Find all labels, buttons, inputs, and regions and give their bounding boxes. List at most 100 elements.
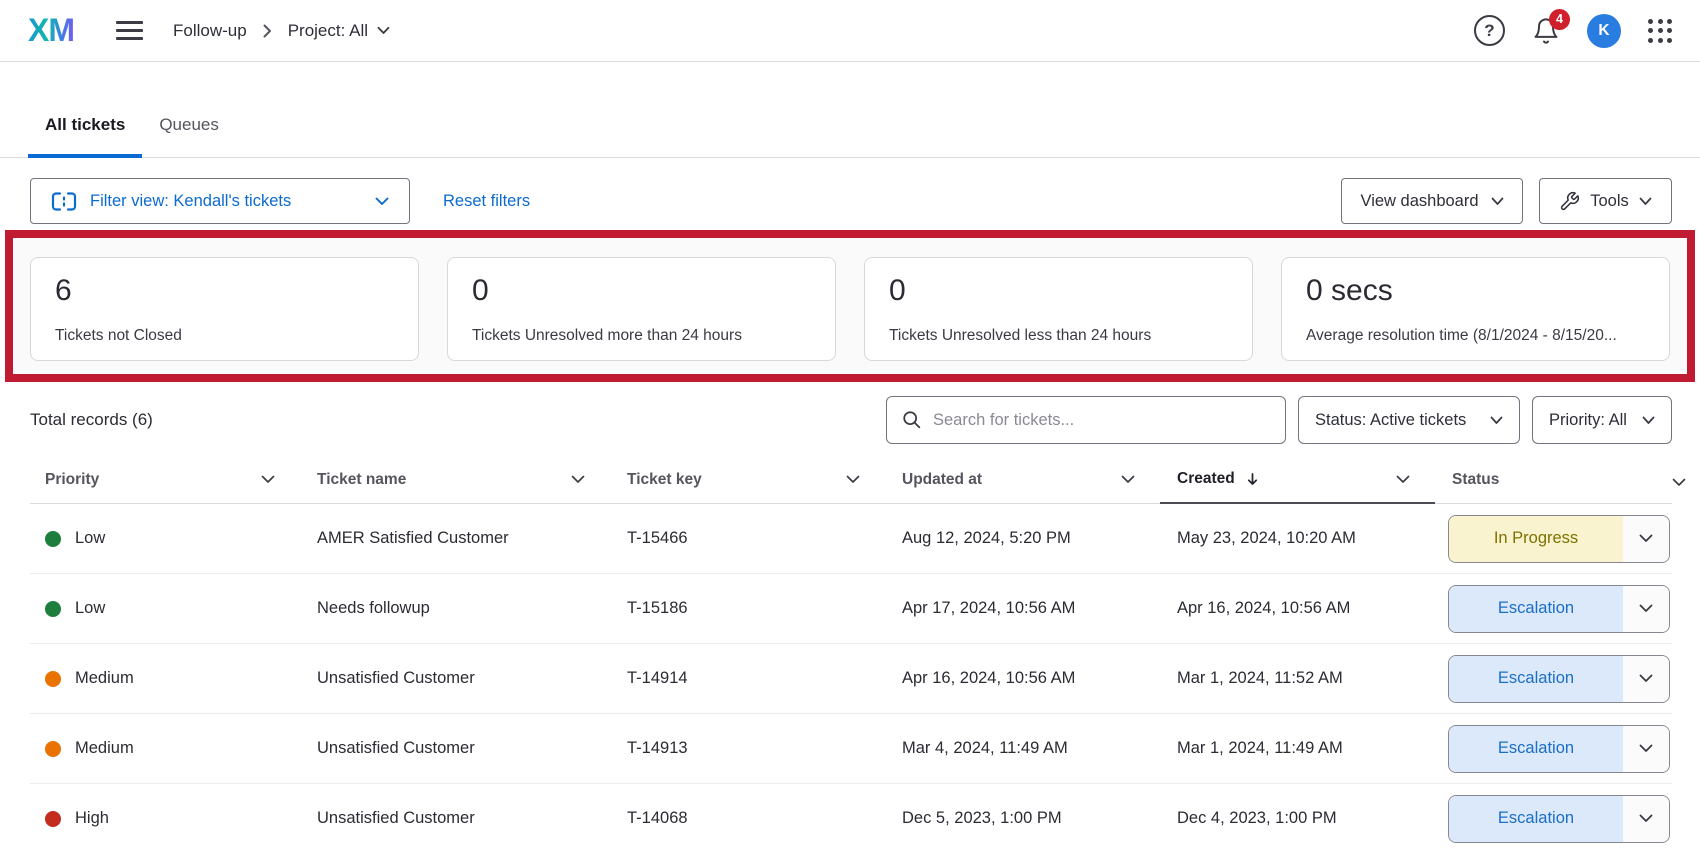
filter-toolbar: Filter view: Kendall's tickets Reset fil… bbox=[30, 178, 1672, 224]
status-dropdown[interactable]: In Progress bbox=[1448, 515, 1670, 563]
chevron-down-icon[interactable] bbox=[1623, 586, 1669, 632]
chevron-right-icon bbox=[263, 24, 272, 38]
table-row[interactable]: Medium Unsatisfied Customer T-14913 Mar … bbox=[30, 714, 1672, 784]
wrench-icon bbox=[1559, 191, 1580, 212]
chevron-down-icon[interactable] bbox=[1623, 726, 1669, 772]
status-badge-label: Escalation bbox=[1449, 726, 1623, 772]
updated-at: Apr 16, 2024, 10:56 AM bbox=[902, 669, 1075, 688]
clipped-chevron-icon bbox=[1672, 474, 1686, 492]
column-header-created[interactable]: Created bbox=[1160, 457, 1435, 504]
status-badge-label: Escalation bbox=[1449, 586, 1623, 632]
table-row[interactable]: High Unsatisfied Customer T-14068 Dec 5,… bbox=[30, 784, 1672, 850]
hamburger-menu-icon[interactable] bbox=[116, 21, 143, 40]
column-header-priority[interactable]: Priority bbox=[30, 456, 300, 503]
priority-dot bbox=[45, 741, 61, 757]
table-row[interactable]: Medium Unsatisfied Customer T-14914 Apr … bbox=[30, 644, 1672, 714]
metric-value: 6 bbox=[55, 274, 394, 308]
search-icon bbox=[901, 409, 922, 430]
project-selector-label: Project: All bbox=[288, 21, 368, 41]
xm-logo: XM bbox=[28, 12, 74, 49]
metric-card-unresolved-less-24h: 0 Tickets Unresolved less than 24 hours bbox=[864, 257, 1253, 361]
column-header-status[interactable]: Status bbox=[1435, 456, 1672, 503]
column-header-ticket-key[interactable]: Ticket key bbox=[610, 456, 885, 503]
ticket-key: T-14914 bbox=[627, 669, 688, 688]
priority-label: Medium bbox=[75, 669, 134, 688]
chevron-down-icon[interactable] bbox=[571, 475, 585, 484]
column-header-updated-at[interactable]: Updated at bbox=[885, 456, 1160, 503]
reset-filters-link[interactable]: Reset filters bbox=[443, 192, 530, 211]
status-filter-dropdown[interactable]: Status: Active tickets bbox=[1298, 396, 1520, 444]
tab-all-tickets[interactable]: All tickets bbox=[28, 95, 142, 158]
chevron-down-icon[interactable] bbox=[1623, 796, 1669, 842]
chevron-down-icon bbox=[1491, 197, 1504, 206]
tools-button[interactable]: Tools bbox=[1539, 178, 1672, 224]
status-dropdown[interactable]: Escalation bbox=[1448, 725, 1670, 773]
chevron-down-icon[interactable] bbox=[1623, 516, 1669, 562]
table-header-row: Priority Ticket name Ticket key Updated … bbox=[30, 456, 1672, 504]
status-filter-label: Status: Active tickets bbox=[1315, 411, 1466, 430]
ticket-name: AMER Satisfied Customer bbox=[317, 529, 509, 548]
column-header-ticket-name[interactable]: Ticket name bbox=[300, 456, 610, 503]
tab-bar: All tickets Queues bbox=[0, 95, 1700, 158]
tools-label: Tools bbox=[1590, 192, 1629, 211]
notification-badge: 4 bbox=[1549, 9, 1570, 30]
metrics-highlight-box: 6 Tickets not Closed 0 Tickets Unresolve… bbox=[5, 230, 1695, 382]
updated-at: Apr 17, 2024, 10:56 AM bbox=[902, 599, 1075, 618]
breadcrumb-section[interactable]: Follow-up bbox=[173, 21, 247, 41]
search-input[interactable] bbox=[886, 396, 1286, 444]
breadcrumb: Follow-up Project: All bbox=[173, 21, 390, 41]
help-icon[interactable]: ? bbox=[1474, 15, 1505, 46]
chevron-down-icon[interactable] bbox=[846, 475, 860, 484]
total-records-label: Total records (6) bbox=[30, 410, 153, 430]
created-at: Dec 4, 2023, 1:00 PM bbox=[1177, 809, 1337, 828]
table-row[interactable]: Low AMER Satisfied Customer T-15466 Aug … bbox=[30, 504, 1672, 574]
metric-value: 0 bbox=[472, 274, 811, 308]
metric-label: Tickets Unresolved more than 24 hours bbox=[472, 327, 811, 345]
status-badge-label: Escalation bbox=[1449, 656, 1623, 702]
table-body: Low AMER Satisfied Customer T-15466 Aug … bbox=[30, 504, 1672, 850]
ticket-key: T-15466 bbox=[627, 529, 688, 548]
chevron-down-icon bbox=[1642, 416, 1655, 425]
chevron-down-icon[interactable] bbox=[1121, 475, 1135, 484]
priority-dot bbox=[45, 601, 61, 617]
chevron-down-icon[interactable] bbox=[1623, 656, 1669, 702]
metric-value: 0 secs bbox=[1306, 274, 1645, 308]
status-badge-label: In Progress bbox=[1449, 516, 1623, 562]
status-dropdown[interactable]: Escalation bbox=[1448, 795, 1670, 843]
priority-dot bbox=[45, 671, 61, 687]
priority-label: Medium bbox=[75, 739, 134, 758]
ticket-name: Unsatisfied Customer bbox=[317, 669, 475, 688]
status-dropdown[interactable]: Escalation bbox=[1448, 585, 1670, 633]
filter-view-dropdown[interactable]: Filter view: Kendall's tickets bbox=[30, 178, 410, 224]
metric-card-tickets-not-closed: 6 Tickets not Closed bbox=[30, 257, 419, 361]
top-bar: XM Follow-up Project: All ? 4 K bbox=[0, 0, 1700, 62]
apps-grid-icon[interactable] bbox=[1648, 19, 1672, 43]
notifications-button[interactable]: 4 bbox=[1532, 17, 1560, 45]
updated-at: Dec 5, 2023, 1:00 PM bbox=[902, 809, 1062, 828]
created-at: Apr 16, 2024, 10:56 AM bbox=[1177, 599, 1350, 618]
ticket-key: T-15186 bbox=[627, 599, 688, 618]
ticket-name: Unsatisfied Customer bbox=[317, 739, 475, 758]
tickets-table: Priority Ticket name Ticket key Updated … bbox=[30, 456, 1672, 850]
metric-label: Tickets Unresolved less than 24 hours bbox=[889, 327, 1228, 345]
created-at: May 23, 2024, 10:20 AM bbox=[1177, 529, 1356, 548]
chevron-down-icon[interactable] bbox=[1396, 475, 1410, 484]
chevron-down-icon bbox=[377, 26, 390, 35]
tab-queues[interactable]: Queues bbox=[142, 95, 236, 158]
table-row[interactable]: Low Needs followup T-15186 Apr 17, 2024,… bbox=[30, 574, 1672, 644]
created-at: Mar 1, 2024, 11:52 AM bbox=[1177, 669, 1343, 688]
chevron-down-icon[interactable] bbox=[261, 475, 275, 484]
ticket-icon bbox=[51, 191, 77, 212]
status-dropdown[interactable]: Escalation bbox=[1448, 655, 1670, 703]
updated-at: Aug 12, 2024, 5:20 PM bbox=[902, 529, 1071, 548]
created-at: Mar 1, 2024, 11:49 AM bbox=[1177, 739, 1343, 758]
ticket-name: Needs followup bbox=[317, 599, 430, 618]
priority-label: Low bbox=[75, 599, 105, 618]
project-selector[interactable]: Project: All bbox=[288, 21, 390, 41]
view-dashboard-button[interactable]: View dashboard bbox=[1341, 178, 1523, 224]
search-box bbox=[886, 396, 1286, 444]
status-badge-label: Escalation bbox=[1449, 796, 1623, 842]
priority-filter-dropdown[interactable]: Priority: All bbox=[1532, 396, 1672, 444]
metric-label: Tickets not Closed bbox=[55, 327, 394, 345]
avatar[interactable]: K bbox=[1587, 14, 1621, 48]
